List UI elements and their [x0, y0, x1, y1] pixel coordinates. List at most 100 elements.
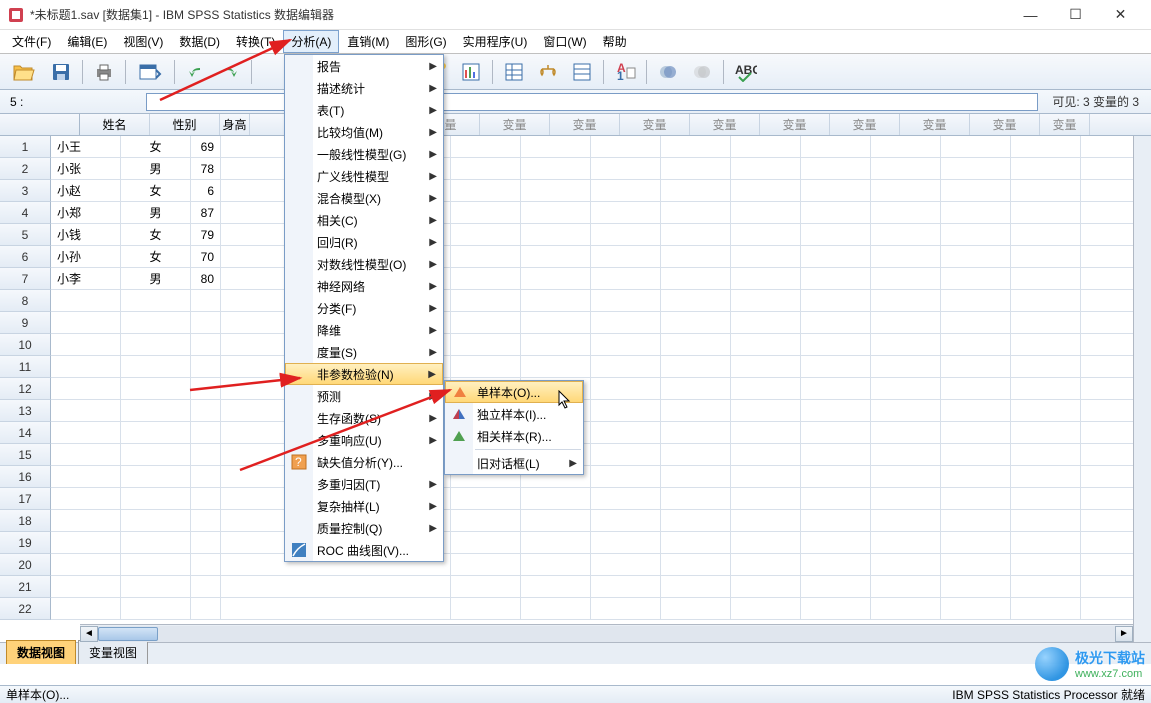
cell[interactable] — [661, 400, 731, 422]
cell[interactable]: 女 — [121, 136, 191, 158]
cell[interactable] — [51, 400, 121, 422]
cell[interactable] — [731, 268, 801, 290]
cell[interactable] — [941, 290, 1011, 312]
cell[interactable] — [661, 510, 731, 532]
cell[interactable] — [591, 224, 661, 246]
menu-classify[interactable]: 分类(F)▶ — [285, 297, 443, 319]
menu-loglinear[interactable]: 对数线性模型(O)▶ — [285, 253, 443, 275]
cell[interactable] — [221, 598, 381, 620]
cell[interactable] — [731, 312, 801, 334]
cell[interactable] — [191, 400, 221, 422]
cell[interactable] — [521, 510, 591, 532]
row-header[interactable]: 18 — [0, 510, 51, 532]
cell[interactable] — [51, 378, 121, 400]
cell[interactable] — [51, 290, 121, 312]
cell[interactable] — [801, 466, 871, 488]
cell[interactable] — [191, 312, 221, 334]
cell[interactable] — [661, 312, 731, 334]
col-header-generic[interactable]: 变量 — [550, 114, 620, 135]
cell[interactable] — [451, 224, 521, 246]
cell[interactable] — [1011, 422, 1081, 444]
cell[interactable] — [871, 466, 941, 488]
cell[interactable] — [871, 444, 941, 466]
cell[interactable] — [451, 180, 521, 202]
menu-tables[interactable]: 表(T)▶ — [285, 99, 443, 121]
cell[interactable] — [941, 554, 1011, 576]
cell[interactable]: 女 — [121, 246, 191, 268]
cell[interactable] — [941, 356, 1011, 378]
cell[interactable] — [591, 136, 661, 158]
cell[interactable] — [1011, 334, 1081, 356]
col-header-generic[interactable]: 变量 — [690, 114, 760, 135]
maximize-button[interactable]: ☐ — [1053, 1, 1098, 29]
cell[interactable] — [51, 532, 121, 554]
cell[interactable] — [801, 136, 871, 158]
cell[interactable] — [1011, 136, 1081, 158]
cell[interactable] — [51, 466, 121, 488]
cell[interactable] — [591, 180, 661, 202]
cell[interactable] — [121, 576, 191, 598]
cell[interactable] — [191, 290, 221, 312]
row-header[interactable]: 10 — [0, 334, 51, 356]
print-button[interactable] — [89, 58, 119, 86]
cell[interactable] — [451, 532, 521, 554]
row-header[interactable]: 21 — [0, 576, 51, 598]
cell[interactable]: 6 — [191, 180, 221, 202]
cell-value-input[interactable] — [146, 93, 1038, 111]
menu-direct[interactable]: 直销(M) — [339, 30, 397, 53]
cell[interactable] — [191, 576, 221, 598]
col-header-gender[interactable]: 性别 — [150, 114, 220, 135]
scroll-right-button[interactable]: ► — [1115, 626, 1133, 642]
col-header-generic[interactable]: 变量 — [970, 114, 1040, 135]
cell[interactable] — [871, 180, 941, 202]
cell[interactable] — [801, 378, 871, 400]
cell[interactable] — [661, 532, 731, 554]
cell[interactable] — [1011, 400, 1081, 422]
cell[interactable] — [801, 224, 871, 246]
cell[interactable] — [801, 202, 871, 224]
cell[interactable] — [451, 576, 521, 598]
cell[interactable] — [591, 202, 661, 224]
cell[interactable] — [871, 554, 941, 576]
scale-icon[interactable] — [533, 58, 563, 86]
cell[interactable] — [51, 598, 121, 620]
cell[interactable] — [941, 378, 1011, 400]
cell[interactable] — [801, 576, 871, 598]
cell[interactable] — [801, 312, 871, 334]
cell[interactable] — [801, 356, 871, 378]
col-header-generic[interactable]: 变量 — [480, 114, 550, 135]
cell[interactable] — [51, 488, 121, 510]
cell[interactable] — [1011, 466, 1081, 488]
cell[interactable] — [871, 488, 941, 510]
cell[interactable] — [731, 444, 801, 466]
cell[interactable] — [731, 202, 801, 224]
row-header[interactable]: 15 — [0, 444, 51, 466]
menu-data[interactable]: 数据(D) — [171, 30, 228, 53]
cell[interactable] — [591, 378, 661, 400]
cell[interactable]: 79 — [191, 224, 221, 246]
tab-data-view[interactable]: 数据视图 — [6, 640, 76, 664]
cell[interactable] — [731, 510, 801, 532]
cell[interactable] — [591, 290, 661, 312]
cell[interactable] — [191, 444, 221, 466]
cell[interactable] — [381, 598, 451, 620]
cell[interactable] — [451, 312, 521, 334]
cell[interactable] — [941, 466, 1011, 488]
cell[interactable] — [941, 312, 1011, 334]
cell[interactable] — [51, 356, 121, 378]
cell[interactable] — [801, 532, 871, 554]
cell[interactable] — [51, 576, 121, 598]
cell[interactable] — [221, 576, 381, 598]
cell[interactable] — [591, 356, 661, 378]
cell[interactable] — [521, 598, 591, 620]
cell[interactable] — [591, 246, 661, 268]
col-header-generic[interactable]: 变量 — [900, 114, 970, 135]
cell[interactable] — [591, 158, 661, 180]
cell[interactable]: 80 — [191, 268, 221, 290]
cell[interactable] — [661, 466, 731, 488]
cell[interactable] — [521, 158, 591, 180]
cell[interactable] — [661, 334, 731, 356]
menu-utilities[interactable]: 实用程序(U) — [455, 30, 536, 53]
row-header[interactable]: 4 — [0, 202, 51, 224]
cell[interactable] — [1011, 268, 1081, 290]
